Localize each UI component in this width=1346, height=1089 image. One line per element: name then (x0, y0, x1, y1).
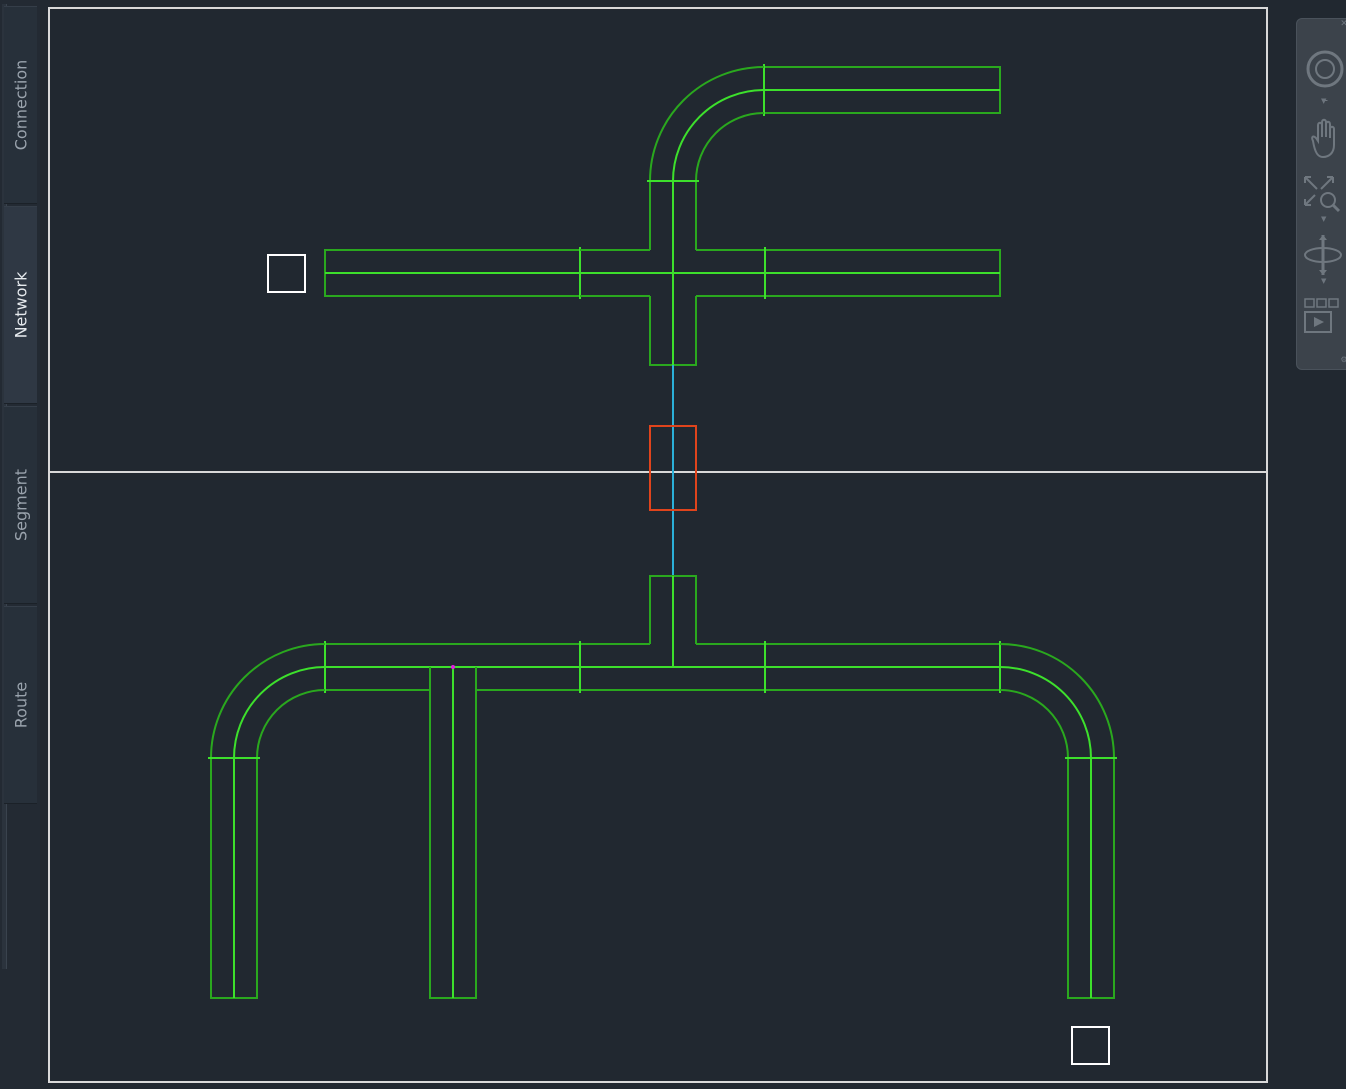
orbit-icon (1304, 235, 1342, 275)
zoom-extents-icon (1304, 176, 1341, 213)
pipe-segment[interactable] (647, 180, 699, 250)
steering-wheel-dropdown-icon[interactable]: ▼ (1321, 97, 1326, 105)
pipe-segment[interactable] (208, 757, 260, 999)
pipe-branch[interactable] (429, 665, 477, 999)
pan-hand-icon (1311, 118, 1335, 159)
pipe-cross-fitting[interactable] (580, 249, 765, 366)
showmotion-icon (1304, 298, 1339, 333)
pipe-segment[interactable] (763, 64, 1001, 116)
customize-icon[interactable]: ⚙ (1339, 355, 1346, 365)
viewport-frame[interactable] (48, 7, 1268, 1083)
steering-wheel-icon (1306, 50, 1344, 103)
pipe-tee-fitting[interactable] (580, 575, 765, 691)
tab-connection[interactable]: Connection (4, 6, 37, 204)
tab-segment-label: Segment (11, 469, 30, 541)
pipe-segment[interactable] (324, 247, 581, 299)
pipe-elbow[interactable] (999, 643, 1115, 759)
magenta-point[interactable] (451, 665, 455, 669)
drawing-canvas[interactable] (0, 0, 1346, 1089)
tab-network[interactable]: Network (4, 206, 37, 404)
zoom-dropdown-icon[interactable]: ▼ (1321, 215, 1326, 223)
tab-connection-label: Connection (11, 59, 30, 151)
tab-network-label: Network (11, 271, 30, 339)
pipe-segment[interactable] (764, 247, 1001, 299)
node-marker[interactable] (1071, 1026, 1110, 1065)
showmotion-button[interactable] (1299, 293, 1346, 349)
pipe-segment[interactable] (1065, 757, 1117, 999)
pan-button[interactable] (1299, 115, 1346, 171)
side-tab-strip: Connection Network Segment Route (0, 0, 40, 1089)
lower-network[interactable] (208, 575, 1117, 1065)
navigation-bar: ✕ ▼ ▼ ▼ ⚙ (1296, 18, 1346, 370)
tab-segment[interactable]: Segment (4, 406, 37, 604)
pipe-segment[interactable] (764, 641, 1001, 693)
pipe-elbow[interactable] (649, 66, 765, 182)
tab-route[interactable]: Route (4, 606, 37, 804)
tab-route-label: Route (11, 681, 30, 729)
steering-wheel-button[interactable] (1299, 45, 1346, 103)
close-icon[interactable]: ✕ (1339, 19, 1346, 29)
node-marker[interactable] (267, 254, 306, 293)
upper-network[interactable] (267, 64, 1001, 366)
pipe-elbow[interactable] (210, 643, 326, 759)
viewport-frames (48, 7, 1268, 1083)
orbit-dropdown-icon[interactable]: ▼ (1321, 277, 1326, 285)
